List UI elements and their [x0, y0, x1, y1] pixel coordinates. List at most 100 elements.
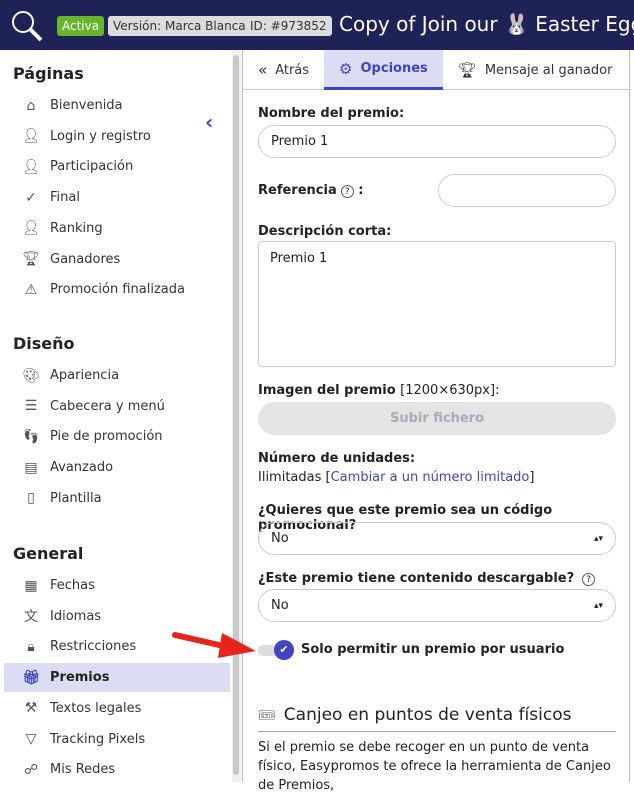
- one-prize-per-user-label: Solo permitir un premio por usuario: [301, 642, 565, 657]
- home-icon: ⌂: [26, 97, 36, 114]
- tab-label: Mensaje al ganador: [484, 62, 613, 78]
- sidebar-item-avanzado[interactable]: ▤ Avanzado: [4, 453, 230, 482]
- file-icon: ▯: [27, 490, 35, 507]
- prize-image-label-text: Imagen del premio: [258, 383, 396, 398]
- sidebar-item-pie-de-promoción[interactable]: 👣︎ Pie de promoción: [4, 422, 230, 451]
- sidebar-item-label: Fechas: [50, 578, 95, 593]
- sidebar-item-textos-legales[interactable]: ⚒ Textos legales: [4, 694, 230, 723]
- downloadable-select[interactable]: No ▴▾: [258, 589, 616, 622]
- sidebar-item-label: Login y registro: [50, 128, 151, 144]
- change-units-link[interactable]: Cambiar a un número limitado: [331, 470, 530, 485]
- gear-icon: ⚙: [339, 59, 353, 78]
- id-value: #973852: [270, 19, 327, 33]
- section-heading: 🎟︎ Canjeo en puntos de venta físicos: [258, 705, 616, 732]
- sidebar-item-final[interactable]: ✓ Final: [4, 183, 230, 212]
- sidebar-item-apariencia[interactable]: 🎨︎ Apariencia: [4, 361, 230, 390]
- palette-icon: 🎨︎: [22, 367, 40, 384]
- sidebar-item-label: Apariencia: [50, 368, 120, 383]
- section-title: Canjeo en puntos de venta físicos: [283, 705, 572, 725]
- select-arrows-icon: ▴▾: [593, 600, 603, 611]
- reference-input[interactable]: [438, 174, 616, 207]
- sidebar-item-label: Ranking: [50, 220, 103, 236]
- sidebar-item-promoción-finalizada[interactable]: ⚠ Promoción finalizada: [4, 275, 230, 304]
- tab-label: Opciones: [360, 61, 428, 76]
- promo-code-select[interactable]: No ▴▾: [258, 522, 616, 555]
- trophy-icon: 🏆︎: [22, 251, 40, 267]
- lock-icon: 🔒︎: [27, 638, 35, 655]
- reference-label-text: Referencia: [258, 183, 337, 198]
- sidebar-item-label: Ganadores: [50, 251, 121, 267]
- sidebar-item-label: Mis Redes: [50, 762, 116, 778]
- help-icon[interactable]: ?: [340, 185, 354, 198]
- sidebar-item-label: Participación: [50, 159, 134, 175]
- tab-label: Atrás: [275, 62, 310, 78]
- main-panel: « Atrás ⚙ Opciones 🏆︎ Mensaje al ganador No…: [242, 50, 631, 793]
- sidebar-item-label: Avanzado: [50, 460, 114, 476]
- sidebar-item-label: Textos legales: [50, 700, 142, 716]
- sidebar-item-plantilla[interactable]: ▯ Plantilla: [4, 484, 230, 513]
- sidebar-item-bienvenida[interactable]: ⌂ Bienvenida: [4, 91, 230, 120]
- check-icon: ✓: [25, 189, 37, 206]
- sidebar-item-fechas[interactable]: ▦ Fechas: [4, 571, 230, 600]
- menu-icon: ☰: [24, 398, 38, 415]
- tab-options[interactable]: ⚙ Opciones: [324, 50, 443, 90]
- tab-back[interactable]: « Atrás: [243, 50, 324, 90]
- red-arrow-annotation: [172, 632, 256, 658]
- reference-label: Referencia? :: [258, 183, 364, 198]
- one-prize-per-user-toggle[interactable]: ✔: [258, 640, 294, 660]
- version-badge: Versión: Marca Blanca: [108, 16, 251, 36]
- gift-icon: 🎁︎: [22, 669, 40, 686]
- version-label: Versión:: [113, 19, 162, 33]
- sidebar-item-ranking[interactable]: 👤︎ Ranking: [4, 214, 230, 243]
- sidebar-item-label: Restricciones: [50, 639, 137, 655]
- trophy-icon: 🏆︎: [457, 61, 477, 79]
- units-label: Número de unidades:: [258, 451, 416, 466]
- sidebar-section-title: Páginas: [13, 64, 84, 83]
- version-value: Marca Blanca: [165, 19, 246, 33]
- sidebar-item-cabecera-y-menú[interactable]: ☰ Cabecera y menú: [4, 392, 230, 421]
- short-description-textarea[interactable]: Premio 1: [258, 241, 616, 367]
- sidebar-item-label: Premios: [50, 670, 110, 686]
- check-icon: ✔: [274, 640, 294, 660]
- network-icon: ☍: [23, 761, 39, 778]
- help-icon[interactable]: ?: [582, 573, 596, 586]
- top-header: Activa Versión: Marca Blanca ID: #973852…: [0, 0, 634, 50]
- sidebar-item-label: Cabecera y menú: [50, 398, 165, 414]
- upload-file-button[interactable]: Subir fichero: [258, 402, 616, 435]
- sidebar-item-ganadores[interactable]: 🏆︎ Ganadores: [4, 245, 230, 274]
- footprint-icon: 👣︎: [22, 428, 40, 445]
- downloadable-label: ¿Este premio tiene contenido descargable…: [258, 571, 596, 586]
- tab-winner-message[interactable]: 🏆︎ Mensaje al ganador: [443, 50, 628, 90]
- sidebar-item-tracking-pixels[interactable]: ▽ Tracking Pixels: [4, 725, 230, 754]
- sidebar: ‹ Páginas ⌂ Bienvenida 👤︎ Login y registro 👤︎…: [0, 50, 232, 782]
- sidebar-section-title: Diseño: [13, 334, 75, 353]
- sidebar-item-label: Promoción finalizada: [50, 282, 185, 298]
- warning-icon: ⚠: [24, 281, 38, 298]
- prize-name-input[interactable]: Premio 1: [258, 125, 616, 158]
- user-plus-icon: 👤︎: [22, 158, 40, 175]
- ranking-icon: 👤︎: [22, 220, 40, 237]
- sidebar-item-label: Tracking Pixels: [50, 731, 146, 747]
- units-value: Ilimitadas [Cambiar a un número limitado…: [258, 470, 535, 485]
- sidebar-item-label: Final: [50, 190, 80, 206]
- gavel-icon: ⚒: [24, 700, 38, 717]
- short-description-label: Descripción corta:: [258, 224, 392, 239]
- filter-icon: ▽: [25, 731, 37, 747]
- sidebar-item-label: Bienvenida: [50, 98, 123, 113]
- coupon-icon: 🎟︎: [258, 708, 276, 724]
- sidebar-item-mis-redes[interactable]: ☍ Mis Redes: [4, 755, 230, 784]
- calendar-icon: ▦: [24, 577, 38, 594]
- units-value-text: Ilimitadas: [258, 470, 322, 485]
- sidebar-item-login-y-registro[interactable]: 👤︎ Login y registro: [4, 122, 230, 151]
- downloadable-value: No: [271, 598, 289, 613]
- sidebar-item-participación[interactable]: 👤︎ Participación: [4, 152, 230, 181]
- promo-code-value: No: [271, 531, 289, 546]
- tab-bar: « Atrás ⚙ Opciones 🏆︎ Mensaje al ganador: [243, 50, 631, 90]
- sidebar-item-premios[interactable]: 🎁︎ Premios: [4, 663, 230, 693]
- sidebar-scrollbar-thumb[interactable]: [233, 55, 239, 775]
- user-gear-icon: 👤︎: [22, 128, 40, 145]
- double-chevron-left-icon: «: [258, 61, 268, 79]
- select-arrows-icon: ▴▾: [593, 533, 603, 544]
- section-description: Si el premio se debe recoger en un punto…: [258, 740, 611, 793]
- sidebar-section-title: General: [13, 544, 84, 563]
